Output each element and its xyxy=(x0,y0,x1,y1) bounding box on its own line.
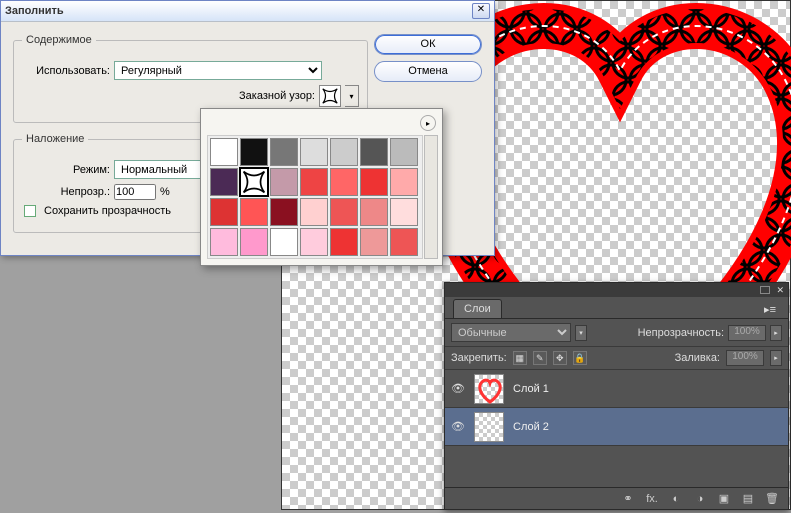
pattern-swatch[interactable] xyxy=(240,138,268,166)
blend-mode-select[interactable]: Обычные xyxy=(451,323,571,342)
layer-thumbnail[interactable] xyxy=(474,374,504,404)
layer-opacity-input[interactable]: 100% xyxy=(728,325,766,341)
dialog-title: Заполнить xyxy=(5,5,472,17)
pattern-swatch[interactable] xyxy=(240,198,268,226)
pattern-swatch[interactable] xyxy=(300,138,328,166)
layers-footer: ⚭ fx. ◐ ◑ ▣ ▤ 🗑 xyxy=(445,487,788,509)
lock-position-icon[interactable]: ✥ xyxy=(553,351,567,365)
lock-label: Закрепить: xyxy=(451,352,507,364)
minimize-icon[interactable] xyxy=(760,286,770,294)
fill-label: Заливка: xyxy=(675,352,720,364)
percent-label: % xyxy=(160,186,170,198)
pattern-swatch[interactable] xyxy=(390,138,418,166)
preserve-transparency-label: Сохранить прозрачность xyxy=(44,205,171,217)
pattern-swatch[interactable] xyxy=(210,168,238,196)
lock-pixels-icon[interactable]: ✎ xyxy=(533,351,547,365)
pattern-swatch[interactable] xyxy=(270,138,298,166)
layer-name: Слой 2 xyxy=(513,421,549,433)
layers-panel: ✕ Слои ▸≡ Обычные ▾ Непрозрачность: 100%… xyxy=(444,282,789,510)
chevron-down-icon[interactable]: ▾ xyxy=(575,325,587,341)
pattern-swatch[interactable] xyxy=(390,168,418,196)
new-group-icon[interactable]: ▣ xyxy=(716,492,732,506)
panel-menu-icon[interactable]: ▸≡ xyxy=(760,301,780,318)
blending-legend: Наложение xyxy=(22,133,88,145)
pattern-swatch[interactable] xyxy=(360,138,388,166)
fill-input[interactable]: 100% xyxy=(726,350,764,366)
layer-thumbnail[interactable] xyxy=(474,412,504,442)
pattern-swatch[interactable] xyxy=(300,228,328,256)
chevron-right-icon[interactable]: ▸ xyxy=(770,350,782,366)
pattern-swatch[interactable] xyxy=(300,168,328,196)
layer-row[interactable]: 👁 Слой 1 xyxy=(445,370,788,408)
pattern-swatch[interactable] xyxy=(360,228,388,256)
pattern-grid xyxy=(207,135,423,259)
use-label: Использовать: xyxy=(22,65,110,77)
layer-mask-icon[interactable]: ◐ xyxy=(668,492,684,506)
pattern-swatch[interactable] xyxy=(390,198,418,226)
layer-opacity-label: Непрозрачность: xyxy=(638,327,724,339)
tab-layers[interactable]: Слои xyxy=(453,299,502,318)
link-layers-icon[interactable]: ⚭ xyxy=(620,492,636,506)
delete-layer-icon[interactable]: 🗑 xyxy=(764,492,780,506)
preserve-transparency-checkbox[interactable] xyxy=(24,205,36,217)
layer-name: Слой 1 xyxy=(513,383,549,395)
pattern-swatch[interactable] xyxy=(330,228,358,256)
layer-fx-icon[interactable]: fx. xyxy=(644,492,660,506)
opacity-label: Непрозр.: xyxy=(22,186,110,198)
layer-list: 👁 Слой 1 👁 Слой 2 xyxy=(445,370,788,446)
ok-button[interactable]: ОК xyxy=(374,34,482,55)
new-layer-icon[interactable]: ▤ xyxy=(740,492,756,506)
pattern-swatch[interactable] xyxy=(270,198,298,226)
use-select[interactable]: Регулярный xyxy=(114,61,322,80)
pattern-swatch[interactable] xyxy=(240,168,268,196)
pattern-swatch[interactable] xyxy=(390,228,418,256)
lock-transparency-icon[interactable]: ▦ xyxy=(513,351,527,365)
pattern-scrollbar[interactable] xyxy=(424,135,438,259)
adjustment-layer-icon[interactable]: ◑ xyxy=(692,492,708,506)
pattern-picker-popup: ▸ xyxy=(200,108,443,266)
pattern-swatch[interactable] xyxy=(330,198,358,226)
panel-controls: ✕ xyxy=(445,283,788,297)
pattern-swatch[interactable] xyxy=(360,168,388,196)
pattern-swatch[interactable] xyxy=(270,228,298,256)
mode-label: Режим: xyxy=(22,164,110,176)
custom-pattern-preview[interactable] xyxy=(319,85,341,107)
pattern-swatch[interactable] xyxy=(330,138,358,166)
close-panel-icon[interactable]: ✕ xyxy=(776,285,784,296)
contents-legend: Содержимое xyxy=(22,34,96,46)
chevron-right-icon[interactable]: ▸ xyxy=(770,325,782,341)
lock-all-icon[interactable]: 🔒 xyxy=(573,351,587,365)
flyout-menu-icon[interactable]: ▸ xyxy=(420,115,436,131)
pattern-swatch[interactable] xyxy=(300,198,328,226)
pattern-swatch[interactable] xyxy=(330,168,358,196)
pattern-swatch[interactable] xyxy=(270,168,298,196)
pattern-swatch[interactable] xyxy=(210,198,238,226)
visibility-eye-icon[interactable]: 👁 xyxy=(445,382,471,395)
opacity-input[interactable] xyxy=(114,184,156,200)
chevron-down-icon[interactable]: ▾ xyxy=(345,85,359,107)
close-icon[interactable]: ✕ xyxy=(472,3,490,19)
pattern-swatch[interactable] xyxy=(210,138,238,166)
visibility-eye-icon[interactable]: 👁 xyxy=(445,420,471,433)
pattern-swatch[interactable] xyxy=(210,228,238,256)
layer-row[interactable]: 👁 Слой 2 xyxy=(445,408,788,446)
pattern-swatch[interactable] xyxy=(360,198,388,226)
custom-pattern-label: Заказной узор: xyxy=(239,90,315,102)
cancel-button[interactable]: Отмена xyxy=(374,61,482,82)
dialog-titlebar[interactable]: Заполнить ✕ xyxy=(1,1,494,22)
pattern-swatch[interactable] xyxy=(240,228,268,256)
